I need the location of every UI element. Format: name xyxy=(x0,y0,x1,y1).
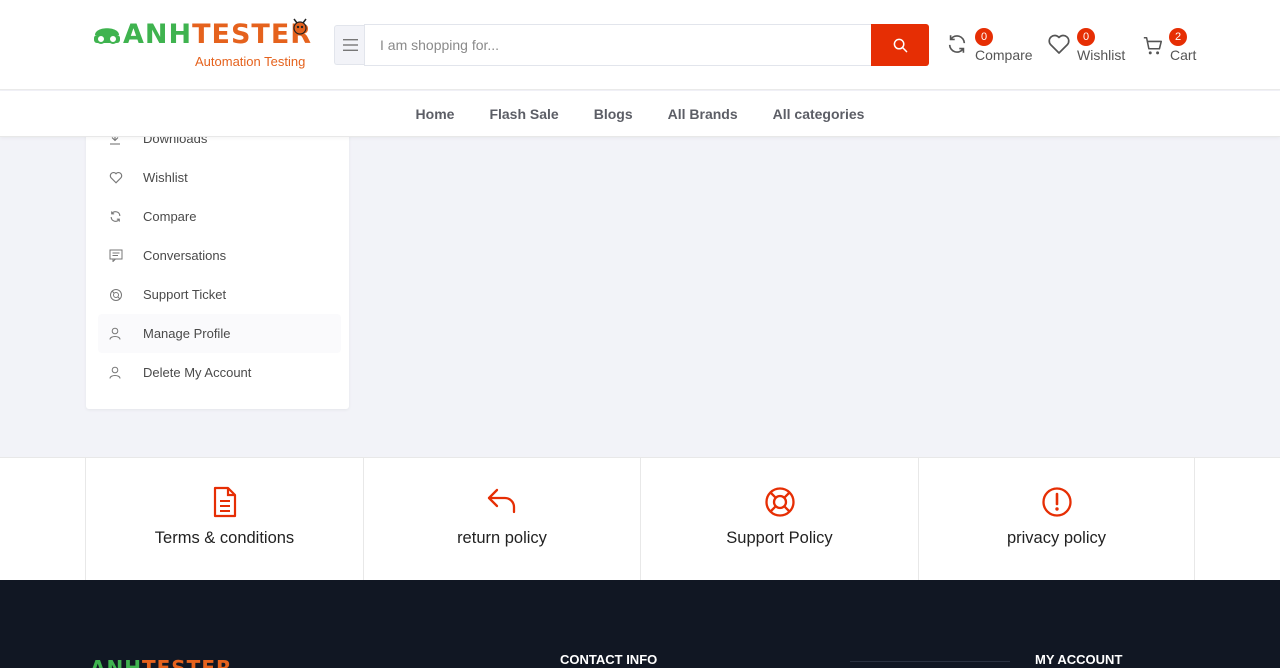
search-input[interactable] xyxy=(364,24,872,66)
support-icon xyxy=(110,288,122,301)
site-logo[interactable]: ANHTESTER Automation Testing xyxy=(92,18,312,70)
nav-home[interactable]: Home xyxy=(398,106,472,122)
hamburger-icon xyxy=(342,39,358,51)
sidebar-item-compare[interactable]: Compare xyxy=(98,197,341,236)
category-menu-button[interactable] xyxy=(334,25,365,65)
footer-contact-heading: CONTACT INFO xyxy=(560,652,658,667)
cart-icon xyxy=(1143,36,1163,55)
nav-flash-sale[interactable]: Flash Sale xyxy=(472,106,576,122)
policy-support[interactable]: Support Policy xyxy=(640,458,918,581)
policy-label: return policy xyxy=(457,529,547,547)
footer-logo-tester: TESTER xyxy=(141,656,233,668)
document-icon xyxy=(213,486,236,518)
sidebar-item-label: Manage Profile xyxy=(143,326,231,341)
nav-all-categories[interactable]: All categories xyxy=(755,106,882,122)
compare-count-badge: 0 xyxy=(975,28,993,46)
top-header: ANHTESTER Automation Testing I am shoppi… xyxy=(0,0,1280,90)
policy-terms[interactable]: Terms & conditions xyxy=(85,458,363,581)
wishlist-label: Wishlist xyxy=(1077,47,1126,63)
cart-label: Cart xyxy=(1170,47,1197,63)
account-sidebar: Downloads Wishlist Compare Conversations… xyxy=(86,120,349,409)
sidebar-item-label: Conversations xyxy=(143,248,227,263)
nav-all-brands[interactable]: All Brands xyxy=(650,106,755,122)
chat-icon xyxy=(109,249,123,262)
footer-account-heading: MY ACCOUNT xyxy=(1035,652,1123,667)
footer-logo-anh: ANH xyxy=(90,656,142,668)
policy-return[interactable]: return policy xyxy=(363,458,640,581)
header-cart-link[interactable]: 2 Cart xyxy=(1142,28,1202,66)
logo-bug-icon xyxy=(293,18,307,35)
wishlist-count-badge: 0 xyxy=(1077,28,1095,46)
sidebar-item-delete-account[interactable]: Delete My Account xyxy=(98,353,341,392)
policy-label: privacy policy xyxy=(1006,529,1107,547)
user-icon xyxy=(109,366,121,379)
lifebuoy-icon xyxy=(764,487,795,517)
refresh-icon xyxy=(110,211,121,222)
sidebar-item-label: Compare xyxy=(143,209,197,224)
header-compare-link[interactable]: 0 Compare xyxy=(946,28,1036,66)
reply-arrow-icon xyxy=(487,488,516,514)
policy-privacy[interactable]: privacy policy xyxy=(918,458,1195,581)
heart-icon xyxy=(109,171,123,184)
sidebar-item-label: Support Ticket xyxy=(143,287,227,302)
alert-circle-icon xyxy=(1041,487,1072,517)
logo-wordmark: ANHTESTER xyxy=(123,18,312,52)
search-icon xyxy=(893,38,907,52)
search-button[interactable] xyxy=(871,24,929,66)
policy-strip: Terms & conditions return policy Support… xyxy=(0,457,1280,581)
policy-label: Support Policy xyxy=(726,529,833,547)
site-footer: ANHTESTER CONTACT INFO MY ACCOUNT xyxy=(0,580,1280,668)
sidebar-item-conversations[interactable]: Conversations xyxy=(98,236,341,275)
policy-label: Terms & conditions xyxy=(154,529,295,547)
main-nav: Home Flash Sale Blogs All Brands All cat… xyxy=(0,91,1280,137)
heart-icon xyxy=(1048,34,1070,54)
footer-divider xyxy=(850,661,1010,662)
footer-logo[interactable]: ANHTESTER xyxy=(90,656,232,668)
logo-tagline: Automation Testing xyxy=(195,54,306,69)
header-wishlist-link[interactable]: 0 Wishlist xyxy=(1047,28,1129,66)
compare-label: Compare xyxy=(975,47,1033,63)
nav-blogs[interactable]: Blogs xyxy=(576,106,650,122)
sidebar-item-label: Wishlist xyxy=(143,170,188,185)
logo-glasses-icon xyxy=(94,28,120,44)
cart-count-badge: 2 xyxy=(1169,28,1187,46)
sidebar-item-wishlist[interactable]: Wishlist xyxy=(98,158,341,197)
logo-word-anh: ANH xyxy=(123,19,193,50)
sidebar-item-label: Delete My Account xyxy=(143,365,252,380)
sidebar-item-manage-profile[interactable]: Manage Profile xyxy=(98,314,341,353)
refresh-icon xyxy=(948,35,966,53)
sidebar-item-support-ticket[interactable]: Support Ticket xyxy=(98,275,341,314)
user-icon xyxy=(109,327,121,340)
